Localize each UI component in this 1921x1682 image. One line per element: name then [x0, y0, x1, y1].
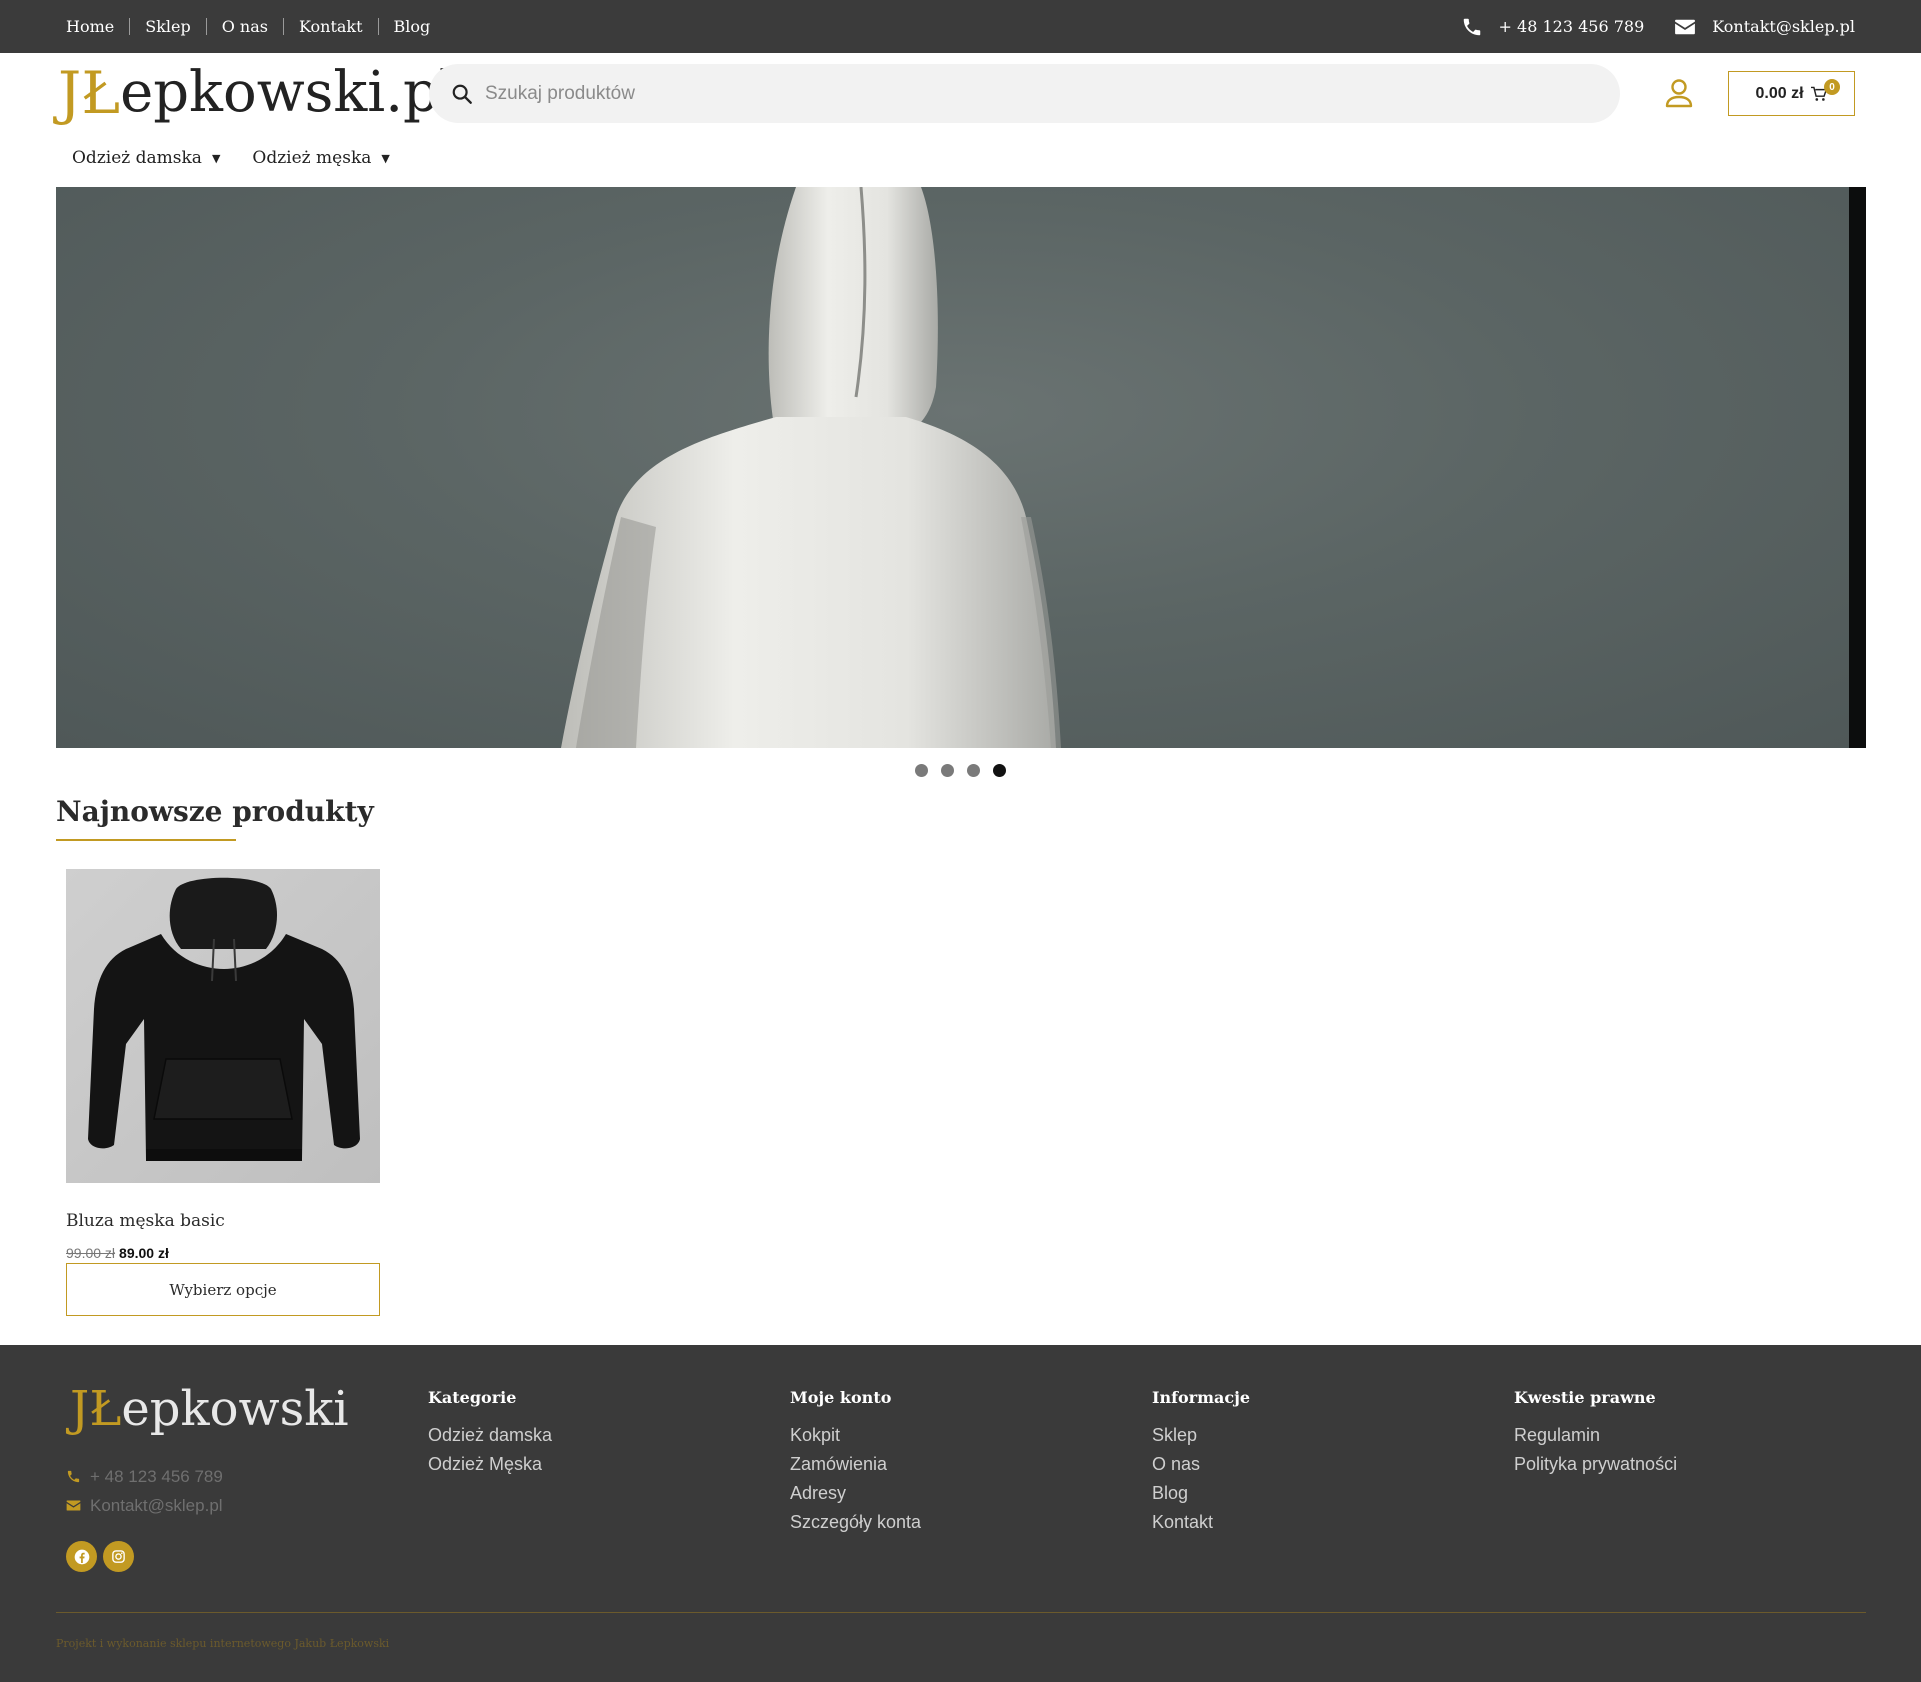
category-mens[interactable]: Odzież męska ▼ [252, 148, 389, 168]
footer-link-shop[interactable]: Sklep [1152, 1421, 1250, 1450]
product-new-price: 89.00 zł [119, 1245, 169, 1261]
footer: JŁepkowski + 48 123 456 789 Kontakt@skle… [0, 1345, 1921, 1682]
footer-phone-text: + 48 123 456 789 [90, 1466, 223, 1486]
slider-dot-4[interactable] [993, 764, 1006, 777]
top-nav: Home Sklep O nas Kontakt Blog [66, 0, 445, 53]
slider-dot-1[interactable] [915, 764, 928, 777]
footer-col-account: Moje konto Kokpit Zamówienia Adresy Szcz… [790, 1388, 921, 1537]
footer-link-blog[interactable]: Blog [1152, 1479, 1250, 1508]
footer-contact: + 48 123 456 789 Kontakt@sklep.pl [66, 1462, 223, 1520]
footer-col-info: Informacje Sklep O nas Blog Kontakt [1152, 1388, 1250, 1537]
footer-email-text: Kontakt@sklep.pl [90, 1495, 223, 1515]
footer-logo-text: epkowski [121, 1381, 349, 1437]
search-icon [452, 84, 472, 104]
footer-link-womens[interactable]: Odzież damska [428, 1421, 552, 1450]
facebook-link[interactable] [66, 1541, 97, 1572]
footer-link-terms[interactable]: Regulamin [1514, 1421, 1677, 1450]
slider-dot-2[interactable] [941, 764, 954, 777]
top-nav-shop[interactable]: Sklep [129, 18, 205, 35]
top-phone-text: + 48 123 456 789 [1498, 17, 1645, 36]
section-title: Najnowsze produkty [56, 795, 374, 828]
search-input[interactable] [485, 82, 1485, 105]
footer-divider [56, 1612, 1866, 1613]
top-nav-about[interactable]: O nas [205, 18, 283, 35]
footer-link-privacy[interactable]: Polityka prywatności [1514, 1450, 1677, 1479]
cart-button[interactable]: 0.00 zł 0 [1728, 71, 1855, 116]
footer-col-title: Informacje [1152, 1388, 1251, 1407]
search-bar[interactable] [429, 64, 1620, 123]
footer-link-dashboard[interactable]: Kokpit [790, 1421, 921, 1450]
product-name[interactable]: Bluza męska basic [66, 1211, 225, 1231]
product-price: 99.00 zł 89.00 zł [66, 1245, 169, 1261]
instagram-icon [112, 1550, 125, 1563]
hoodie-image [88, 877, 360, 1161]
footer-col-categories: Kategorie Odzież damska Odzież Męska [428, 1388, 552, 1479]
top-nav-blog[interactable]: Blog [377, 18, 446, 35]
account-button[interactable] [1664, 78, 1694, 113]
footer-logo[interactable]: JŁepkowski [70, 1381, 349, 1437]
footer-copyright: Projekt i wykonanie sklepu internetowego… [56, 1637, 390, 1650]
cart-count-badge: 0 [1824, 79, 1840, 95]
product-image[interactable] [66, 869, 380, 1183]
chevron-down-icon: ▼ [211, 151, 221, 165]
footer-link-about[interactable]: O nas [1152, 1450, 1250, 1479]
logo-mark: JŁ [58, 59, 121, 127]
footer-link-addresses[interactable]: Adresy [790, 1479, 921, 1508]
footer-logo-mark: JŁ [70, 1381, 122, 1437]
footer-col-title: Moje konto [790, 1388, 892, 1407]
phone-icon [1463, 18, 1480, 35]
hero-slider[interactable] [56, 187, 1866, 748]
top-email-text: Kontakt@sklep.pl [1712, 17, 1855, 36]
top-contact: + 48 123 456 789 Kontakt@sklep.pl [1431, 0, 1855, 53]
section-underline [56, 839, 236, 841]
hero-image-hoodie [561, 187, 1061, 748]
top-nav-contact[interactable]: Kontakt [282, 18, 378, 35]
top-email[interactable]: Kontakt@sklep.pl [1674, 17, 1855, 36]
product-old-price: 99.00 zł [66, 1245, 116, 1261]
social-links [66, 1541, 140, 1572]
category-nav: Odzież damska ▼ Odzież męska ▼ [72, 148, 422, 168]
footer-col-title: Kwestie prawne [1514, 1388, 1656, 1407]
top-phone[interactable]: + 48 123 456 789 [1461, 16, 1645, 38]
logo-text: epkowski.pl [120, 60, 457, 125]
category-womens-label: Odzież damska [72, 148, 202, 168]
footer-link-mens[interactable]: Odzież Męska [428, 1450, 552, 1479]
site-logo[interactable]: JŁ epkowski.pl [58, 58, 457, 127]
phone-icon [67, 1470, 80, 1483]
slider-dot-3[interactable] [967, 764, 980, 777]
select-options-button[interactable]: Wybierz opcje [66, 1263, 380, 1316]
top-bar: Home Sklep O nas Kontakt Blog + 48 123 4… [0, 0, 1921, 53]
footer-link-account-details[interactable]: Szczegóły konta [790, 1508, 921, 1537]
slider-dots [915, 764, 1019, 777]
top-nav-home[interactable]: Home [66, 18, 129, 35]
footer-email[interactable]: Kontakt@sklep.pl [66, 1491, 223, 1520]
footer-link-orders[interactable]: Zamówienia [790, 1450, 921, 1479]
hero-edge [1849, 187, 1866, 748]
envelope-icon [1675, 19, 1696, 34]
category-mens-label: Odzież męska [252, 148, 372, 168]
cart-total: 0.00 zł [1755, 84, 1804, 102]
user-icon [1665, 79, 1693, 108]
footer-link-contact[interactable]: Kontakt [1152, 1508, 1250, 1537]
chevron-down-icon: ▼ [381, 151, 390, 165]
product-card: Bluza męska basic 99.00 zł 89.00 zł Wybie… [66, 869, 380, 1316]
envelope-icon [66, 1500, 81, 1511]
instagram-link[interactable] [103, 1541, 134, 1572]
facebook-icon [74, 1549, 89, 1564]
footer-col-legal: Kwestie prawne Regulamin Polityka prywat… [1514, 1388, 1677, 1479]
category-womens[interactable]: Odzież damska ▼ [72, 148, 220, 168]
footer-phone[interactable]: + 48 123 456 789 [66, 1462, 223, 1491]
footer-col-title: Kategorie [428, 1388, 517, 1407]
